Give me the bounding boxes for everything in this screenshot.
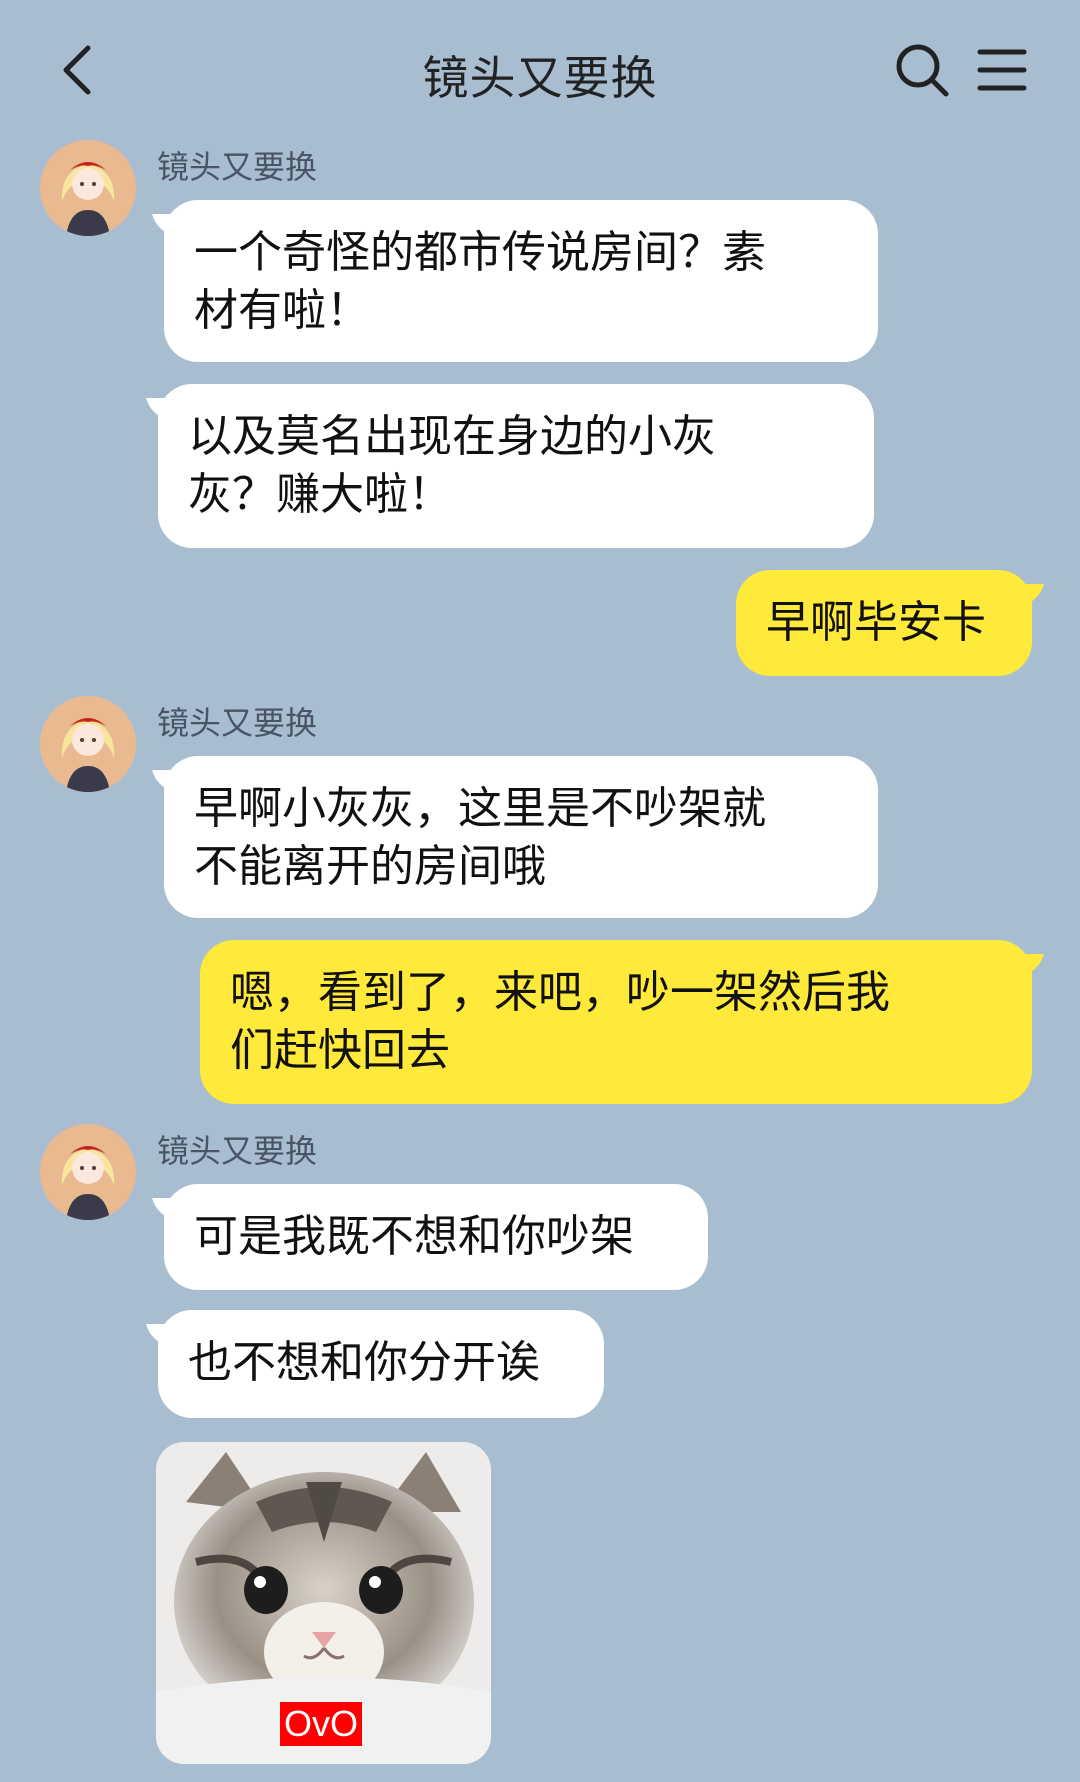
message-line: 早啊小灰灰，这里是不吵架就 (194, 783, 766, 834)
message-line: 嗯，看到了，来吧，吵一架然后我 (230, 967, 890, 1018)
sender-name: 镜头又要换 (157, 704, 318, 742)
avatar[interactable] (40, 140, 136, 236)
avatar[interactable] (40, 1124, 136, 1220)
sender-name: 镜头又要换 (157, 1132, 318, 1170)
message-line: 也不想和你分开诶 (188, 1337, 540, 1388)
message-line: 可是我既不想和你吵架 (194, 1211, 634, 1262)
message-line: 以及莫名出现在身边的小灰 (188, 411, 716, 462)
message-bubble-incoming[interactable]: 也不想和你分开诶 (158, 1310, 604, 1418)
search-icon (896, 44, 949, 97)
message-line: 不能离开的房间哦 (194, 841, 546, 892)
message-line: 一个奇怪的都市传说房间？素 (194, 227, 766, 278)
avatar[interactable] (40, 696, 136, 792)
message-bubble-outgoing[interactable]: 早啊毕安卡 (736, 570, 1032, 676)
message-line: 早啊毕安卡 (766, 597, 986, 648)
avatar-girl-icon (40, 696, 136, 792)
kitten-sticker[interactable]: OvO (156, 1442, 491, 1764)
message-line: 们赶快回去 (230, 1025, 450, 1076)
menu-icon (977, 49, 1027, 91)
message-bubble-incoming[interactable]: 一个奇怪的都市传说房间？素 材有啦！ (164, 200, 878, 362)
search-button[interactable] (892, 40, 952, 100)
menu-button[interactable] (972, 40, 1032, 100)
sender-name: 镜头又要换 (157, 148, 318, 186)
avatar-girl-icon (40, 140, 136, 236)
sticker-caption: OvO (280, 1702, 362, 1746)
avatar-girl-icon (40, 1124, 136, 1220)
message-bubble-incoming[interactable]: 以及莫名出现在身边的小灰 灰？赚大啦！ (158, 384, 874, 548)
chat-header: 镜头又要换 (0, 0, 1080, 140)
message-line: 灰？赚大啦！ (188, 469, 452, 520)
message-line: 材有啦！ (194, 285, 370, 336)
message-bubble-incoming[interactable]: 早啊小灰灰，这里是不吵架就 不能离开的房间哦 (164, 756, 878, 918)
message-bubble-outgoing[interactable]: 嗯，看到了，来吧，吵一架然后我 们赶快回去 (200, 940, 1032, 1104)
message-bubble-incoming[interactable]: 可是我既不想和你吵架 (164, 1184, 708, 1290)
